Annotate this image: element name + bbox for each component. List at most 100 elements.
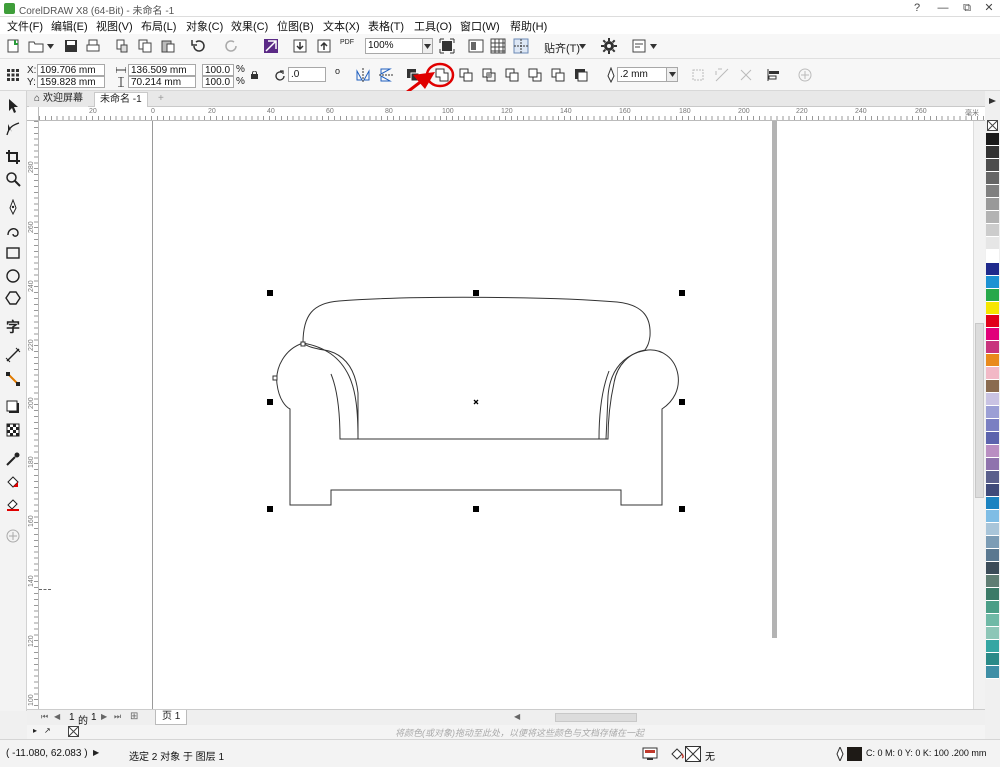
color-swatch[interactable] (986, 562, 999, 575)
text-tool-icon[interactable]: 字 (6, 317, 20, 337)
color-swatch[interactable] (986, 380, 999, 393)
menu-tools[interactable]: 工具(O) (414, 18, 452, 34)
show-guidelines-icon[interactable] (513, 38, 529, 54)
color-swatch[interactable] (986, 484, 999, 497)
color-swatch[interactable] (986, 601, 999, 614)
print-icon[interactable] (85, 38, 101, 54)
front-minus-back-icon[interactable] (527, 67, 543, 83)
color-swatch[interactable] (986, 536, 999, 549)
color-swatch[interactable] (986, 445, 999, 458)
download-import-icon[interactable] (292, 38, 308, 54)
paste-icon[interactable] (160, 38, 176, 54)
color-swatch[interactable] (986, 419, 999, 432)
sofa-body[interactable] (276, 342, 679, 506)
help-window-button[interactable]: ? (906, 0, 928, 16)
publish-pdf-label[interactable]: PDF (340, 39, 354, 46)
gear-icon[interactable] (601, 38, 617, 54)
undo-icon[interactable] (190, 38, 206, 54)
back-minus-front-icon[interactable] (550, 67, 566, 83)
selection-handle-bottom[interactable] (473, 506, 479, 512)
palette-menu-icon[interactable]: ▸ (33, 726, 37, 735)
zoom-level-input[interactable]: 100% (365, 38, 423, 54)
pick-tool-icon[interactable] (5, 98, 21, 114)
selection-handle-bottom-right[interactable] (679, 506, 685, 512)
color-swatch[interactable] (986, 172, 999, 185)
color-swatch[interactable] (986, 250, 999, 263)
menu-effects[interactable]: 效果(C) (231, 18, 268, 34)
color-swatch[interactable] (986, 263, 999, 276)
menu-object[interactable]: 对象(C) (186, 18, 223, 34)
color-swatch[interactable] (986, 575, 999, 588)
color-swatch[interactable] (986, 393, 999, 406)
menu-help[interactable]: 帮助(H) (510, 18, 547, 34)
scroll-left-icon[interactable]: ◀ (514, 712, 520, 721)
last-page-icon[interactable]: ⏭ (114, 712, 121, 722)
zoom-dropdown-button[interactable] (422, 38, 433, 54)
lock-ratio-icon[interactable] (251, 71, 258, 79)
zoom-tool-icon[interactable] (5, 171, 21, 187)
color-swatch[interactable] (986, 627, 999, 640)
menu-bitmaps[interactable]: 位图(B) (277, 18, 314, 34)
color-swatch[interactable] (986, 315, 999, 328)
color-swatch[interactable] (986, 328, 999, 341)
sofa-drawing[interactable] (39, 121, 984, 709)
restore-button[interactable]: ⧉ (956, 0, 978, 16)
vertical-ruler[interactable]: 280 260 240 220 200 180 160 140 120 100 (27, 121, 39, 709)
node-handle[interactable] (272, 375, 278, 381)
color-swatch[interactable] (986, 185, 999, 198)
artistic-media-icon[interactable] (5, 222, 21, 238)
color-swatch[interactable] (986, 211, 999, 224)
menu-layout[interactable]: 布局(L) (141, 18, 176, 34)
intersect-icon[interactable] (481, 67, 497, 83)
outline-width-dropdown[interactable] (666, 67, 678, 82)
sofa-backrest[interactable] (302, 296, 651, 351)
color-swatch[interactable] (986, 341, 999, 354)
color-swatch[interactable] (986, 289, 999, 302)
color-swatch[interactable] (986, 510, 999, 523)
color-swatch[interactable] (986, 224, 999, 237)
full-screen-preview-icon[interactable] (468, 38, 484, 54)
simplify-icon[interactable] (504, 67, 520, 83)
new-tab-button[interactable]: + (153, 92, 169, 107)
selection-handle-top-left[interactable] (267, 290, 273, 296)
status-expand-icon[interactable]: ▶ (93, 748, 99, 757)
interactive-fill-icon[interactable] (5, 474, 21, 490)
page-tab-1[interactable]: 页 1 (155, 710, 188, 725)
color-swatch[interactable] (986, 198, 999, 211)
horizontal-scrollbar-thumb[interactable] (555, 713, 637, 722)
selection-handle-top[interactable] (473, 290, 479, 296)
save-icon[interactable] (63, 38, 79, 54)
tab-document[interactable]: 未命名 -1 (94, 92, 148, 107)
color-swatch[interactable] (986, 276, 999, 289)
color-swatch[interactable] (986, 640, 999, 653)
palette-expand-icon[interactable] (989, 98, 996, 104)
first-page-icon[interactable]: ⏮ (41, 712, 48, 722)
color-swatch[interactable] (986, 653, 999, 666)
trim-icon[interactable] (458, 67, 474, 83)
color-swatch[interactable] (986, 237, 999, 250)
rectangle-tool-icon[interactable] (5, 245, 21, 261)
selection-handle-right[interactable] (679, 399, 685, 405)
shape-tool-icon[interactable] (5, 121, 21, 137)
no-color-swatch[interactable] (68, 726, 79, 737)
width-input[interactable]: 136.509 mm (128, 64, 196, 76)
outline-width-input[interactable]: .2 mm (617, 67, 667, 82)
add-page-icon[interactable]: ⊞ (130, 711, 138, 722)
vertical-scrollbar[interactable] (973, 121, 985, 709)
selection-handle-left[interactable] (267, 399, 273, 405)
crop-tool-icon[interactable] (5, 149, 21, 165)
menu-file[interactable]: 文件(F) (7, 18, 43, 34)
no-fill-swatch[interactable] (987, 120, 998, 131)
color-swatch[interactable] (986, 432, 999, 445)
export-icon[interactable] (316, 38, 332, 54)
chevron-down-icon[interactable] (579, 44, 586, 49)
color-swatch[interactable] (986, 614, 999, 627)
color-swatch[interactable] (986, 471, 999, 484)
menu-window[interactable]: 窗口(W) (460, 18, 500, 34)
add-toolbar-icon[interactable] (797, 67, 813, 83)
eyedropper-icon[interactable] (5, 451, 21, 467)
tab-welcome[interactable]: ⌂ 欢迎屏幕 (29, 92, 89, 107)
horizontal-ruler[interactable]: 20 0 20 40 60 80 100 120 140 160 180 200… (39, 107, 985, 121)
weld-icon[interactable] (434, 67, 450, 83)
eyedropper-small-icon[interactable]: ↗ (44, 726, 51, 735)
